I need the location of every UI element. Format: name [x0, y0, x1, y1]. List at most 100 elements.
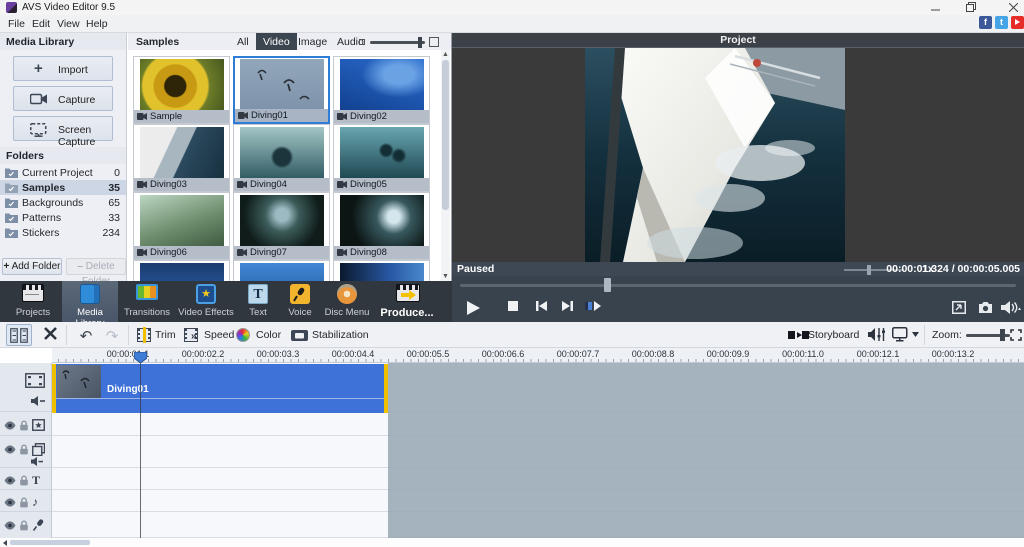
- maximize-button[interactable]: [958, 1, 984, 14]
- delete-button[interactable]: [38, 324, 62, 346]
- next-frame-button[interactable]: [554, 297, 580, 319]
- timeline-tracks-area[interactable]: Diving01: [52, 363, 1024, 538]
- play-selection-button[interactable]: [580, 297, 606, 319]
- muted-speaker-icon[interactable]: [31, 396, 45, 406]
- videocam-icon: [337, 181, 347, 188]
- stabilization-button[interactable]: Stabilization: [288, 324, 378, 346]
- folder-patterns[interactable]: Patterns 33: [0, 210, 126, 225]
- menu-view[interactable]: View: [57, 18, 80, 30]
- nav-media-library[interactable]: Media Library: [62, 281, 118, 322]
- thumbnail-size-slider-handle[interactable]: [418, 37, 422, 48]
- lock-icon[interactable]: [19, 475, 29, 486]
- muted-speaker-icon[interactable]: [31, 457, 43, 466]
- lock-icon[interactable]: [19, 444, 29, 455]
- text-track-header: T: [0, 469, 51, 490]
- add-folder-button[interactable]: + Add Folder: [2, 258, 62, 275]
- media-item-diving02[interactable]: Diving02: [333, 56, 430, 124]
- eye-icon[interactable]: [4, 476, 16, 485]
- youtube-icon[interactable]: [1011, 16, 1024, 29]
- clip-thumbnail: [57, 365, 101, 398]
- zoom-fit-icon[interactable]: [1010, 329, 1022, 341]
- scroll-up-icon[interactable]: ▲: [442, 51, 449, 58]
- toolbar-separator: [128, 325, 129, 345]
- menu-file[interactable]: File: [8, 18, 25, 30]
- seek-handle[interactable]: [604, 278, 611, 292]
- delete-folder-button[interactable]: – Delete Folder: [66, 258, 126, 275]
- split-button[interactable]: [6, 324, 32, 346]
- microphone-track-icon: [32, 519, 44, 531]
- eye-icon[interactable]: [4, 498, 16, 507]
- minimize-button[interactable]: [922, 1, 948, 14]
- volume-button[interactable]: [998, 297, 1024, 319]
- playhead-line[interactable]: [140, 352, 141, 538]
- nav-voice[interactable]: Voice: [280, 281, 320, 322]
- media-item-sample[interactable]: Sample: [133, 56, 230, 124]
- nav-transitions[interactable]: Transitions: [120, 281, 174, 322]
- media-item-diving08[interactable]: Diving08: [333, 192, 430, 260]
- fullscreen-button[interactable]: [946, 297, 972, 319]
- media-item-partial[interactable]: [133, 260, 230, 281]
- eye-icon[interactable]: [4, 521, 16, 530]
- nav-produce[interactable]: Produce...: [374, 281, 440, 322]
- previous-frame-button[interactable]: [528, 297, 554, 319]
- menu-edit[interactable]: Edit: [32, 18, 50, 30]
- zoom-slider-handle[interactable]: [1000, 329, 1005, 341]
- nav-video-effects[interactable]: ★ Video Effects: [176, 281, 236, 322]
- timeline-horizontal-scrollbar[interactable]: [0, 538, 1024, 547]
- media-item-diving03[interactable]: Diving03: [133, 124, 230, 192]
- screen-capture-button[interactable]: Screen Capture: [13, 116, 113, 141]
- seek-slider[interactable]: [460, 284, 1016, 287]
- media-item-partial[interactable]: [333, 260, 430, 281]
- lock-icon[interactable]: [19, 497, 29, 508]
- redo-button[interactable]: ↷: [100, 327, 124, 349]
- tab-all[interactable]: All: [230, 33, 256, 50]
- audio-mixer-button[interactable]: [868, 324, 888, 346]
- media-item-diving04[interactable]: Diving04: [233, 124, 330, 192]
- folder-stickers[interactable]: Stickers 234: [0, 225, 126, 240]
- media-item-partial[interactable]: [233, 260, 330, 281]
- play-button[interactable]: [460, 297, 486, 319]
- nav-projects[interactable]: Projects: [6, 281, 60, 322]
- thumbnail-size-slider[interactable]: [370, 41, 425, 44]
- folder-samples[interactable]: Samples 35: [0, 180, 126, 195]
- import-button[interactable]: + Import: [13, 56, 113, 81]
- facebook-icon[interactable]: f: [979, 16, 992, 29]
- tab-image[interactable]: Image: [291, 33, 334, 50]
- menu-help[interactable]: Help: [86, 18, 108, 30]
- media-item-diving01-selected[interactable]: Diving01: [233, 56, 330, 124]
- scroll-left-icon[interactable]: [3, 540, 7, 546]
- videocam-icon: [238, 112, 248, 119]
- capture-button[interactable]: Capture: [13, 86, 113, 111]
- timeline-clip-diving01[interactable]: Diving01: [52, 364, 388, 413]
- eye-icon[interactable]: [4, 421, 16, 430]
- scrollbar-thumb[interactable]: [10, 540, 90, 545]
- screen-capture-label: Screen Capture: [58, 124, 112, 148]
- media-item-diving07[interactable]: Diving07: [233, 192, 330, 260]
- playback-speed-handle[interactable]: [867, 265, 871, 275]
- folder-backgrounds[interactable]: Backgrounds 65: [0, 195, 126, 210]
- scroll-down-icon[interactable]: ▼: [442, 273, 449, 280]
- color-button[interactable]: Color: [232, 324, 290, 346]
- clip-video-part[interactable]: Diving01: [56, 364, 384, 399]
- nav-text[interactable]: T Text: [238, 281, 278, 322]
- lock-icon[interactable]: [19, 420, 29, 431]
- undo-button[interactable]: ↶: [74, 327, 98, 349]
- stop-button[interactable]: [500, 297, 526, 319]
- scrollbar-thumb[interactable]: [442, 60, 449, 210]
- playhead-marker[interactable]: [134, 352, 147, 363]
- folder-current-project[interactable]: Current Project 0: [0, 165, 126, 180]
- nav-disc-menu[interactable]: Disc Menu: [322, 281, 372, 322]
- media-item-diving06[interactable]: Diving06: [133, 192, 230, 260]
- eye-icon[interactable]: [4, 445, 16, 454]
- display-mode-button[interactable]: [892, 324, 920, 346]
- storyboard-button[interactable]: Storyboard: [786, 324, 862, 346]
- media-item-diving05[interactable]: Diving05: [333, 124, 430, 192]
- videocam-icon: [237, 249, 247, 256]
- twitter-icon[interactable]: t: [995, 16, 1008, 29]
- monitor-icon: [892, 327, 909, 342]
- lock-icon[interactable]: [19, 520, 29, 531]
- snapshot-button[interactable]: [972, 297, 998, 319]
- timeline-ruler[interactable]: 00:00:01.100:00:02.200:00:03.300:00:04.4…: [52, 348, 1024, 363]
- samples-scrollbar[interactable]: ▲ ▼: [441, 50, 450, 281]
- close-button[interactable]: [1000, 1, 1024, 14]
